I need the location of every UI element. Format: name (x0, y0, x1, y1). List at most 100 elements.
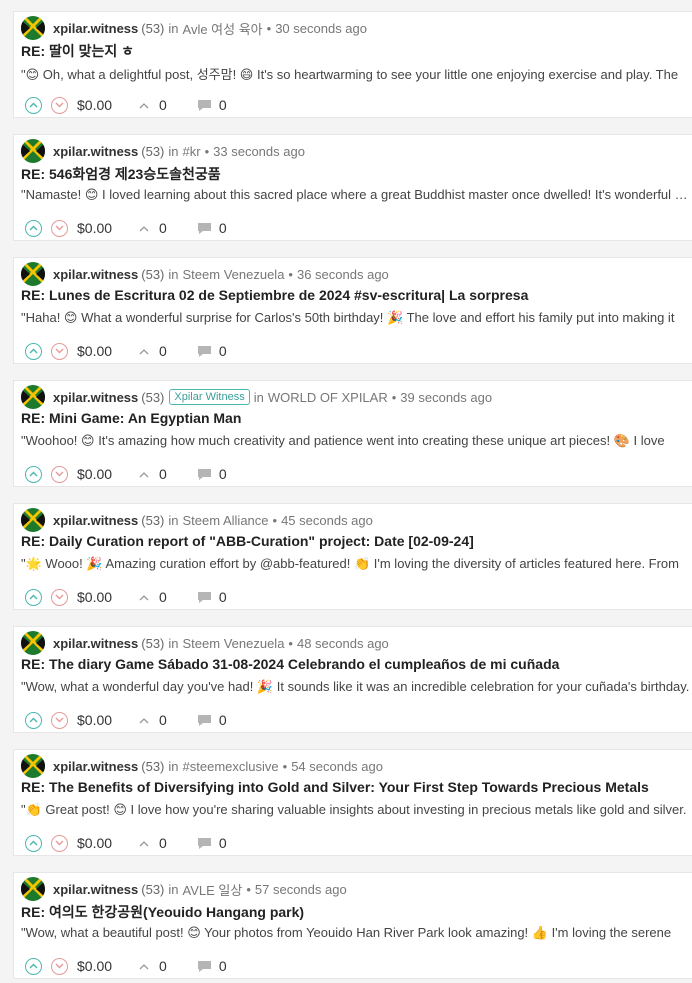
likes-chevron-icon[interactable] (139, 717, 149, 724)
downvote-button[interactable] (51, 711, 68, 729)
author-name[interactable]: xpilar.witness (53, 513, 138, 528)
comments-count[interactable]: 0 (219, 958, 227, 974)
community-link[interactable]: Avle 여성 육아 (183, 19, 263, 38)
likes-count[interactable]: 0 (159, 712, 167, 728)
comments-count[interactable]: 0 (219, 466, 227, 482)
comment-icon[interactable] (197, 468, 212, 481)
payout-value[interactable]: $0.00 (77, 835, 112, 851)
post-title[interactable]: RE: 546화엄경 제23승도솔천궁품 (21, 164, 691, 184)
post-title[interactable]: RE: Lunes de Escritura 02 de Septiembre … (21, 287, 691, 303)
likes-count[interactable]: 0 (159, 466, 167, 482)
payout-value[interactable]: $0.00 (77, 712, 112, 728)
downvote-button[interactable] (51, 465, 68, 483)
community-link[interactable]: #steemexclusive (183, 759, 279, 774)
community-link[interactable]: #kr (183, 144, 201, 159)
payout-value[interactable]: $0.00 (77, 958, 112, 974)
likes-count[interactable]: 0 (159, 97, 167, 113)
downvote-button[interactable] (51, 957, 68, 975)
avatar[interactable] (21, 754, 45, 778)
payout-value[interactable]: $0.00 (77, 343, 112, 359)
comments-count[interactable]: 0 (219, 712, 227, 728)
avatar[interactable] (21, 262, 45, 286)
author-name[interactable]: xpilar.witness (53, 21, 138, 36)
likes-chevron-icon[interactable] (139, 102, 149, 109)
timestamp[interactable]: 33 seconds ago (213, 144, 305, 159)
timestamp[interactable]: 39 seconds ago (400, 390, 492, 405)
avatar[interactable] (21, 16, 45, 40)
post-title[interactable]: RE: The diary Game Sábado 31-08-2024 Cel… (21, 656, 691, 672)
downvote-button[interactable] (51, 219, 68, 237)
community-link[interactable]: Steem Venezuela (183, 636, 285, 651)
avatar[interactable] (21, 139, 45, 163)
post-excerpt[interactable]: "Wow, what a wonderful day you've had! 🎉… (21, 679, 691, 695)
avatar[interactable] (21, 877, 45, 901)
community-link[interactable]: Steem Venezuela (183, 267, 285, 282)
comments-count[interactable]: 0 (219, 97, 227, 113)
timestamp[interactable]: 57 seconds ago (255, 882, 347, 897)
author-name[interactable]: xpilar.witness (53, 759, 138, 774)
comment-icon[interactable] (197, 714, 212, 727)
payout-value[interactable]: $0.00 (77, 97, 112, 113)
avatar[interactable] (21, 508, 45, 532)
downvote-button[interactable] (51, 96, 68, 114)
upvote-button[interactable] (25, 834, 42, 852)
payout-value[interactable]: $0.00 (77, 466, 112, 482)
community-link[interactable]: Steem Alliance (183, 513, 269, 528)
author-name[interactable]: xpilar.witness (53, 882, 138, 897)
comments-count[interactable]: 0 (219, 589, 227, 605)
post-excerpt[interactable]: "👏 Great post! 😊 I love how you're shari… (21, 802, 691, 818)
likes-chevron-icon[interactable] (139, 225, 149, 232)
upvote-button[interactable] (25, 588, 42, 606)
upvote-button[interactable] (25, 711, 42, 729)
upvote-button[interactable] (25, 465, 42, 483)
author-name[interactable]: xpilar.witness (53, 636, 138, 651)
post-excerpt[interactable]: "🌟 Wooo! 🎉 Amazing curation effort by @a… (21, 556, 691, 572)
comment-icon[interactable] (197, 222, 212, 235)
likes-count[interactable]: 0 (159, 958, 167, 974)
comments-count[interactable]: 0 (219, 343, 227, 359)
post-excerpt[interactable]: "Namaste! 😊 I loved learning about this … (21, 187, 691, 203)
comment-icon[interactable] (197, 99, 212, 112)
likes-chevron-icon[interactable] (139, 471, 149, 478)
avatar[interactable] (21, 631, 45, 655)
post-excerpt[interactable]: "Wow, what a beautiful post! 😊 Your phot… (21, 925, 691, 941)
post-excerpt[interactable]: "😊 Oh, what a delightful post, 성주맘! 😄 It… (21, 64, 691, 83)
post-excerpt[interactable]: "Woohoo! 😊 It's amazing how much creativ… (21, 433, 691, 449)
likes-chevron-icon[interactable] (139, 348, 149, 355)
timestamp[interactable]: 36 seconds ago (297, 267, 389, 282)
timestamp[interactable]: 48 seconds ago (297, 636, 389, 651)
post-title[interactable]: RE: Daily Curation report of "ABB-Curati… (21, 533, 691, 549)
comment-icon[interactable] (197, 837, 212, 850)
comment-icon[interactable] (197, 345, 212, 358)
likes-chevron-icon[interactable] (139, 594, 149, 601)
comment-icon[interactable] (197, 960, 212, 973)
likes-count[interactable]: 0 (159, 835, 167, 851)
downvote-button[interactable] (51, 588, 68, 606)
timestamp[interactable]: 45 seconds ago (281, 513, 373, 528)
payout-value[interactable]: $0.00 (77, 220, 112, 236)
post-title[interactable]: RE: Mini Game: An Egyptian Man (21, 410, 691, 426)
post-title[interactable]: RE: 딸이 맞는지 ㅎ (21, 41, 691, 61)
author-name[interactable]: xpilar.witness (53, 144, 138, 159)
likes-chevron-icon[interactable] (139, 840, 149, 847)
author-name[interactable]: xpilar.witness (53, 267, 138, 282)
post-excerpt[interactable]: "Haha! 😊 What a wonderful surprise for C… (21, 310, 691, 326)
upvote-button[interactable] (25, 957, 42, 975)
post-title[interactable]: RE: 여의도 한강공원(Yeouido Hangang park) (21, 902, 691, 922)
comments-count[interactable]: 0 (219, 220, 227, 236)
likes-chevron-icon[interactable] (139, 963, 149, 970)
upvote-button[interactable] (25, 219, 42, 237)
downvote-button[interactable] (51, 342, 68, 360)
payout-value[interactable]: $0.00 (77, 589, 112, 605)
likes-count[interactable]: 0 (159, 589, 167, 605)
community-link[interactable]: AVLE 일상 (183, 880, 243, 899)
avatar[interactable] (21, 385, 45, 409)
comment-icon[interactable] (197, 591, 212, 604)
upvote-button[interactable] (25, 96, 42, 114)
author-name[interactable]: xpilar.witness (53, 390, 138, 405)
likes-count[interactable]: 0 (159, 220, 167, 236)
community-link[interactable]: WORLD OF XPILAR (268, 390, 388, 405)
timestamp[interactable]: 30 seconds ago (275, 21, 367, 36)
post-title[interactable]: RE: The Benefits of Diversifying into Go… (21, 779, 691, 795)
likes-count[interactable]: 0 (159, 343, 167, 359)
